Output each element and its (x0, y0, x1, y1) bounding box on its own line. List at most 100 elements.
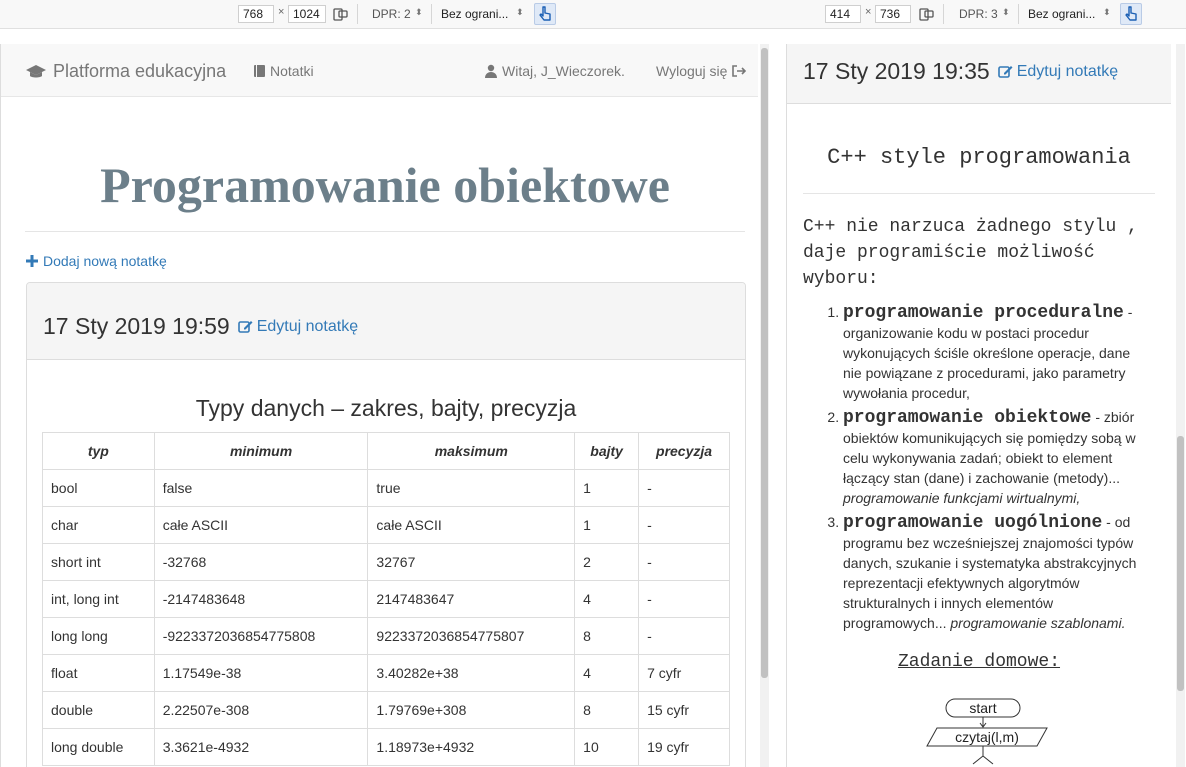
dimension-separator: × (278, 6, 285, 18)
column-header: typ (42, 432, 155, 470)
right-scrollbar[interactable] (1176, 44, 1185, 767)
table-cell: long double (42, 728, 155, 766)
list-item-term: programowanie proceduralne (843, 303, 1124, 323)
edit-icon (997, 66, 1013, 78)
table-cell: - (638, 506, 730, 544)
note-intro: C++ nie narzuca żadnego stylu , daje pro… (803, 217, 1138, 289)
navbar-brand[interactable]: Platforma edukacyjna (25, 61, 226, 82)
list-item: programowanie obiektowe - zbiór obiektów… (843, 407, 1147, 508)
column-header: bajty (574, 432, 640, 470)
scrollbar-thumb[interactable] (761, 48, 768, 678)
chevron-updown-icon: ⬍ (1002, 7, 1010, 17)
table-cell: 4 (574, 580, 640, 618)
table-cell: true (367, 469, 576, 507)
table-cell: 8 (574, 691, 640, 729)
toolbar-divider (357, 4, 358, 24)
table-row: bool false true 1- (42, 469, 730, 507)
toolbar-divider (943, 4, 944, 24)
table-cell: int, long int (42, 580, 155, 618)
table-row: char całe ASCII całe ASCII 1- (42, 506, 730, 544)
navbar: Platforma edukacyjna Notatki Witaj, J_Wi… (1, 44, 758, 97)
toolbar-divider (431, 4, 432, 24)
table-cell: 2 (574, 543, 640, 581)
table-cell: long long (42, 617, 155, 655)
left-height-input[interactable]: 1024 (288, 5, 326, 23)
note-date: 17 Sty 2019 19:59 Edytuj notatkę (43, 313, 358, 340)
left-throttle-select[interactable]: Bez ograni... (441, 7, 508, 21)
table-cell: 1 (574, 506, 640, 544)
list-item-emphasis: programowanie szablonami. (950, 615, 1126, 631)
table-cell: bool (42, 469, 155, 507)
table-cell: 1.79769e+308 (367, 691, 576, 729)
viewport-gap (770, 29, 786, 767)
data-types-table: typ minimum maksimum bajty precyzja bool… (42, 432, 730, 766)
edit-note-link[interactable]: Edytuj notatkę (237, 318, 358, 336)
table-cell: 2147483647 (367, 580, 576, 618)
column-header: maksimum (367, 432, 576, 470)
table-cell: 2.22507e-308 (153, 691, 369, 729)
right-height-input[interactable]: 736 (875, 5, 911, 23)
list-item: programowanie uogólnione - od programu b… (843, 512, 1147, 633)
table-cell: 3.40282e+38 (367, 654, 576, 692)
style-list: programowanie proceduralne - organizowan… (827, 302, 1147, 637)
left-scrollbar[interactable] (760, 44, 769, 767)
logout-icon (732, 65, 747, 77)
chevron-updown-icon: ⬍ (516, 7, 524, 17)
flowchart: start czytaj(l,m) (926, 698, 1048, 765)
list-item: programowanie proceduralne - organizowan… (843, 302, 1147, 403)
note-date: 17 Sty 2019 19:35 Edytuj notatkę (803, 58, 1118, 85)
table-cell: 7 cyfr (638, 654, 730, 692)
plus-icon (26, 255, 38, 267)
right-throttle-select[interactable]: Bez ograni... (1028, 7, 1095, 21)
logout-link[interactable]: Wyloguj się (656, 63, 747, 79)
right-device-viewport: 17 Sty 2019 19:35 Edytuj notatkę C++ sty… (786, 44, 1186, 767)
table-row: float 1.17549e-38 3.40282e+38 4 7 cyfr (42, 654, 730, 692)
table-cell: 1.17549e-38 (153, 654, 369, 692)
homework-heading: Zadanie domowe: (897, 652, 1061, 672)
note-date-text: 17 Sty 2019 19:59 (43, 313, 230, 339)
flow-input-label: czytaj(l,m) (955, 729, 1019, 745)
table-cell: 1 (574, 469, 640, 507)
scrollbar-thumb[interactable] (1177, 436, 1184, 691)
add-note-label: Dodaj nową notatkę (43, 253, 167, 269)
add-note-link[interactable]: Dodaj nową notatkę (26, 253, 167, 269)
note-heading: C++ style programowania (827, 145, 1131, 170)
left-width-input[interactable]: 768 (238, 5, 274, 23)
note-panel-header: 17 Sty 2019 19:59 Edytuj notatkę (27, 283, 745, 360)
table-cell: - (638, 469, 730, 507)
edit-note-link[interactable]: Edytuj notatkę (997, 62, 1119, 81)
table-cell: 32767 (367, 543, 576, 581)
table-cell: 9223372036854775807 (367, 617, 576, 655)
chevron-updown-icon: ⬍ (415, 7, 423, 17)
right-width-input[interactable]: 414 (825, 5, 861, 23)
left-page: Platforma edukacyjna Notatki Witaj, J_Wi… (0, 44, 758, 767)
list-item-term: programowanie obiektowe (843, 408, 1092, 428)
brand-label: Platforma edukacyjna (53, 61, 227, 81)
hand-pointer-icon (539, 6, 551, 21)
divider (803, 193, 1155, 194)
table-cell: 10 (574, 728, 640, 766)
table-cell: -32768 (153, 543, 369, 581)
column-header: precyzja (638, 432, 730, 470)
right-dpr-select[interactable]: DPR: 3 (959, 7, 998, 21)
left-dpr-select[interactable]: DPR: 2 (372, 7, 411, 21)
touch-toggle-button[interactable] (1120, 3, 1142, 25)
rotate-icon[interactable] (917, 5, 935, 23)
page-title: Programowanie obiektowe (100, 157, 670, 213)
nav-notes-link[interactable]: Notatki (253, 63, 314, 79)
table-cell: float (42, 654, 155, 692)
table-cell: - (638, 580, 730, 618)
book-icon (254, 65, 265, 77)
table-cell: false (153, 469, 369, 507)
edit-icon (237, 321, 253, 333)
dimension-separator: × (865, 6, 872, 18)
rotate-icon[interactable] (331, 5, 349, 23)
table-cell: 1.18973e+4932 (367, 728, 576, 766)
nav-user-label: Witaj, J_Wieczorek. (502, 63, 625, 79)
table-row: long double 3.3621e-4932 1.18973e+4932 10 19… (42, 728, 730, 766)
edit-note-label: Edytuj notatkę (1016, 62, 1119, 80)
flow-start-label: start (969, 700, 996, 716)
table-cell: double (42, 691, 155, 729)
nav-user-link[interactable]: Witaj, J_Wieczorek. (484, 63, 625, 79)
touch-toggle-button[interactable] (534, 3, 556, 25)
